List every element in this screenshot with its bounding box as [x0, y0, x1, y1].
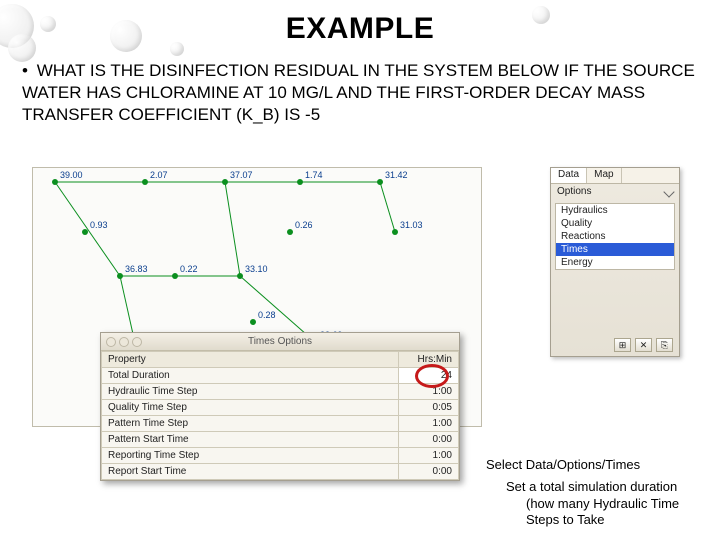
junction-node[interactable]	[82, 229, 88, 235]
table-row: Report Start Time0:00	[102, 464, 459, 480]
pipe-link[interactable]	[225, 182, 240, 276]
node-label: 31.03	[400, 220, 423, 230]
page-title: EXAMPLE	[0, 12, 720, 46]
toolbar-add-button[interactable]: ⊞	[614, 338, 631, 352]
junction-node[interactable]	[377, 179, 383, 185]
browser-panel: Data Map Options HydraulicsQualityReacti…	[550, 167, 680, 357]
junction-node[interactable]	[142, 179, 148, 185]
pipe-link[interactable]	[380, 182, 395, 232]
junction-node[interactable]	[52, 179, 58, 185]
browser-dropdown[interactable]: Options	[551, 184, 679, 199]
chevron-down-icon	[663, 186, 674, 197]
droplet-decor	[40, 16, 56, 32]
junction-node[interactable]	[392, 229, 398, 235]
node-label: 0.22	[180, 264, 198, 274]
question-text: • WHAT IS THE DISINFECTION RESIDUAL IN T…	[22, 60, 698, 125]
junction-node[interactable]	[297, 179, 303, 185]
droplet-decor	[170, 42, 184, 56]
browser-list: HydraulicsQualityReactionsTimesEnergy	[555, 203, 675, 270]
node-label: 0.26	[295, 220, 313, 230]
junction-node[interactable]	[172, 273, 178, 279]
browser-item-quality[interactable]: Quality	[556, 217, 674, 230]
instruction-line: Select Data/Options/Times	[486, 457, 700, 473]
pipe-link[interactable]	[55, 182, 120, 276]
node-label: 37.07	[230, 170, 253, 180]
property-value[interactable]: 0:05	[399, 400, 459, 416]
question-body: WHAT IS THE DISINFECTION RESIDUAL IN THE…	[22, 61, 695, 124]
property-value[interactable]: 1:00	[399, 416, 459, 432]
browser-item-times[interactable]: Times	[556, 243, 674, 256]
node-label: 1.74	[305, 170, 323, 180]
col-property: Property	[102, 352, 399, 368]
table-row: Pattern Start Time0:00	[102, 432, 459, 448]
property-label: Reporting Time Step	[102, 448, 399, 464]
droplet-decor	[532, 6, 550, 24]
node-label: 31.42	[385, 170, 408, 180]
node-label: 39.00	[60, 170, 83, 180]
property-label: Total Duration	[102, 368, 399, 384]
minimize-icon[interactable]	[119, 337, 129, 347]
close-icon[interactable]	[106, 337, 116, 347]
droplet-decor	[110, 20, 142, 52]
browser-item-reactions[interactable]: Reactions	[556, 230, 674, 243]
property-value[interactable]: 0:00	[399, 432, 459, 448]
dialog-titlebar[interactable]: Times Options	[101, 333, 459, 351]
toolbar-edit-button[interactable]: ⎘	[656, 338, 673, 352]
browser-item-energy[interactable]: Energy	[556, 256, 674, 269]
zoom-icon[interactable]	[132, 337, 142, 347]
junction-node[interactable]	[237, 273, 243, 279]
table-row: Pattern Time Step1:00	[102, 416, 459, 432]
tab-data[interactable]: Data	[551, 168, 587, 183]
droplet-decor	[8, 34, 36, 62]
property-label: Pattern Time Step	[102, 416, 399, 432]
table-row: Total Duration24	[102, 368, 459, 384]
times-options-dialog: Times Options Property Hrs:Min Total Dur…	[100, 332, 460, 481]
col-hrsmin: Hrs:Min	[399, 352, 459, 368]
property-label: Quality Time Step	[102, 400, 399, 416]
tab-map[interactable]: Map	[587, 168, 621, 183]
instruction-box: Select Data/Options/Times Set a total si…	[482, 454, 700, 534]
toolbar-delete-button[interactable]: ✕	[635, 338, 652, 352]
node-label: 0.93	[90, 220, 108, 230]
node-label: 2.07	[150, 170, 168, 180]
property-value[interactable]: 1:00	[399, 384, 459, 400]
property-value[interactable]: 24	[399, 368, 459, 384]
property-value[interactable]: 1:00	[399, 448, 459, 464]
junction-node[interactable]	[287, 229, 293, 235]
table-row: Quality Time Step0:05	[102, 400, 459, 416]
junction-node[interactable]	[250, 319, 256, 325]
table-row: Reporting Time Step1:00	[102, 448, 459, 464]
property-value[interactable]: 0:00	[399, 464, 459, 480]
browser-tabs: Data Map	[551, 168, 679, 184]
property-label: Report Start Time	[102, 464, 399, 480]
property-label: Hydraulic Time Step	[102, 384, 399, 400]
node-label: 33.10	[245, 264, 268, 274]
dialog-title: Times Options	[101, 336, 459, 347]
browser-item-hydraulics[interactable]: Hydraulics	[556, 204, 674, 217]
junction-node[interactable]	[117, 273, 123, 279]
node-label: 36.83	[125, 264, 148, 274]
table-row: Hydraulic Time Step1:00	[102, 384, 459, 400]
property-label: Pattern Start Time	[102, 432, 399, 448]
node-label: 0.28	[258, 310, 276, 320]
instruction-line: Set a total simulation duration (how man…	[506, 479, 700, 528]
junction-node[interactable]	[222, 179, 228, 185]
